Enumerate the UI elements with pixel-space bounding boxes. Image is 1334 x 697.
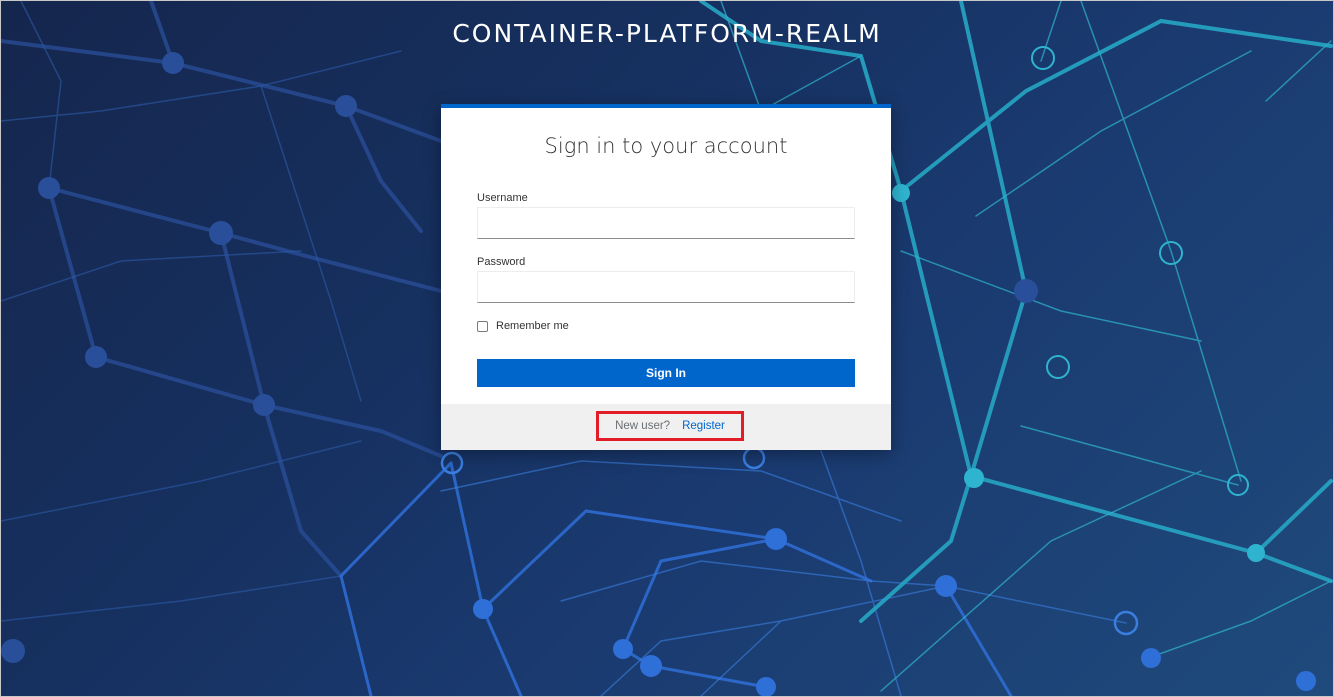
register-link[interactable]: Register — [682, 420, 725, 432]
password-label: Password — [477, 256, 526, 268]
register-highlight-box: New user? Register — [596, 411, 744, 441]
realm-title: CONTAINER-PLATFORM-REALM — [452, 19, 882, 48]
sign-in-button[interactable]: Sign In — [477, 359, 855, 387]
login-page: CONTAINER-PLATFORM-REALM Sign in to your… — [0, 0, 1334, 697]
password-field[interactable] — [477, 271, 855, 303]
registration-footer: New user? Register — [441, 404, 891, 450]
remember-me-checkbox[interactable] — [477, 320, 488, 332]
login-heading: Sign in to your account — [544, 134, 788, 158]
username-label: Username — [477, 192, 528, 204]
remember-me-row[interactable]: Remember me — [477, 320, 569, 332]
remember-me-label: Remember me — [496, 320, 569, 332]
username-field[interactable] — [477, 207, 855, 239]
new-user-text: New user? — [615, 420, 671, 432]
login-card: Sign in to your account Username Passwor… — [441, 104, 891, 450]
